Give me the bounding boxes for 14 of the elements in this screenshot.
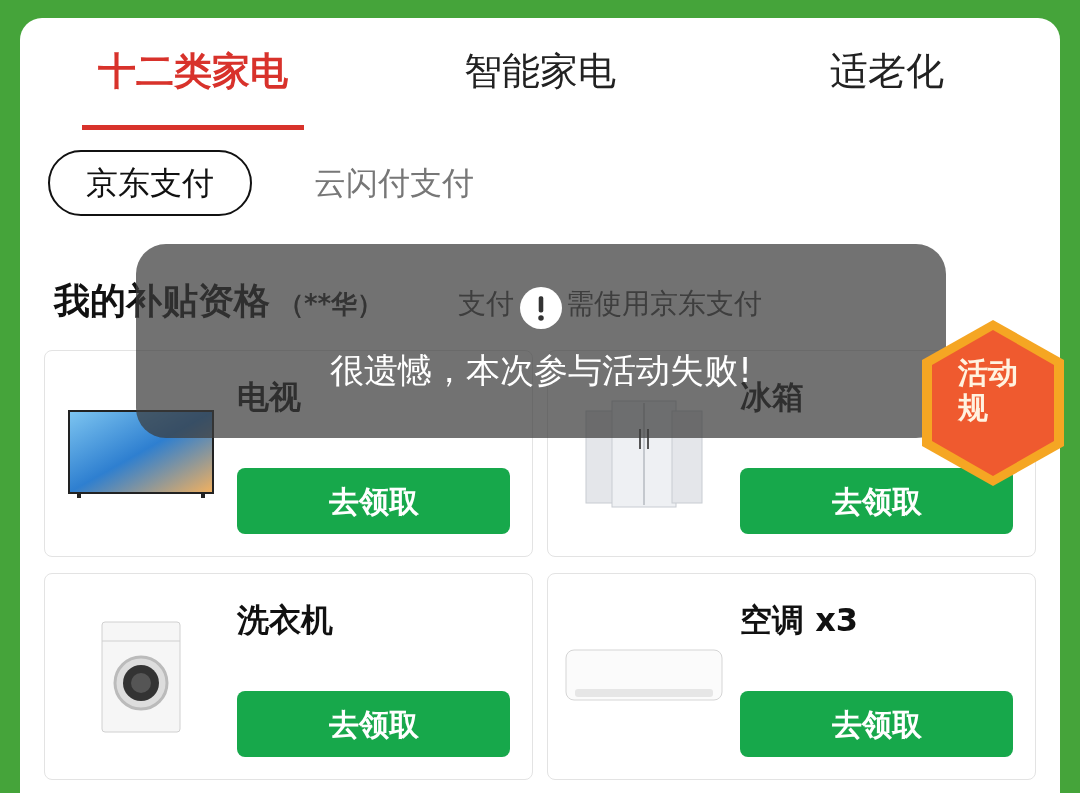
product-name: 洗衣机 — [237, 600, 333, 641]
holder-name: （**华） — [278, 288, 384, 321]
category-tab[interactable]: 智能家电 — [366, 18, 714, 130]
claim-button[interactable]: 去领取 — [237, 691, 510, 757]
category-tab[interactable]: 适老化 — [713, 18, 1060, 130]
payment-option[interactable]: 京东支付 — [48, 150, 252, 216]
payment-option[interactable]: 云闪付支付 — [276, 150, 512, 216]
alert-icon — [520, 286, 562, 329]
product-name: 空调 x3 — [740, 600, 859, 641]
claim-button[interactable]: 去领取 — [740, 468, 1013, 534]
product-name: 电视 — [237, 377, 301, 418]
category-tab[interactable]: 十二类家电 — [20, 18, 367, 130]
claim-button[interactable]: 去领取 — [740, 691, 1013, 757]
claim-button[interactable]: 去领取 — [237, 468, 510, 534]
